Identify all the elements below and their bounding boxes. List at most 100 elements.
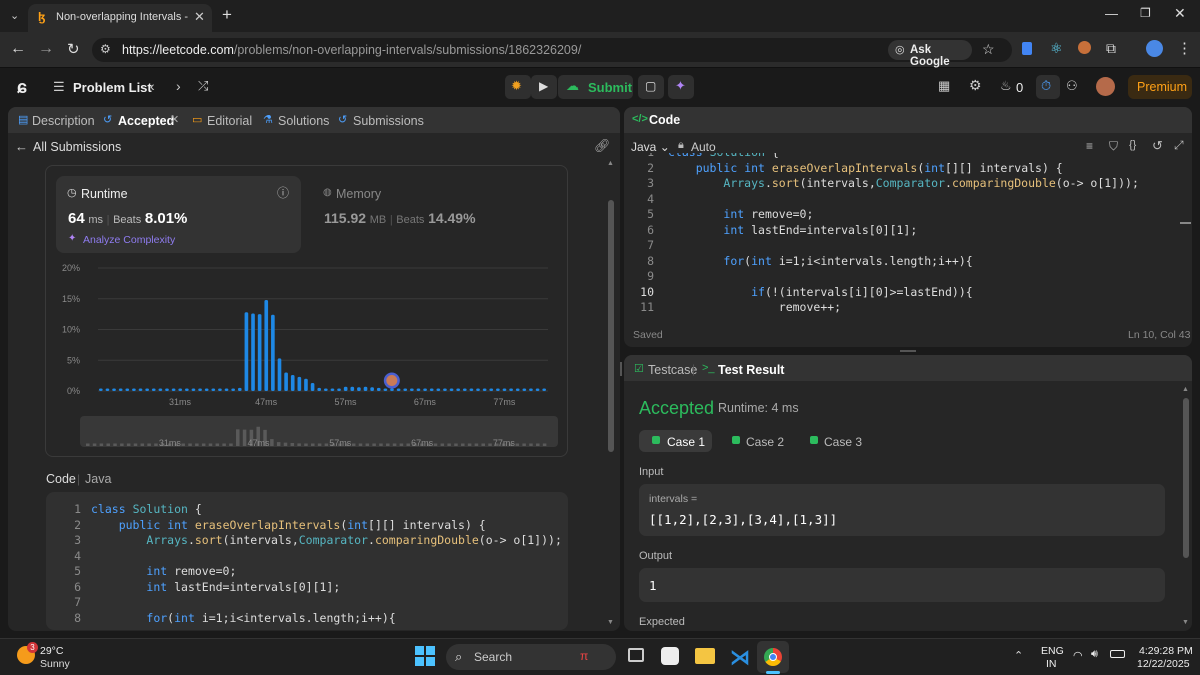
tab-testcase[interactable]: Testcase [648, 363, 697, 377]
extensions-puzzle-icon[interactable]: ⧉ [1106, 40, 1116, 57]
tab-accepted[interactable]: Accepted [118, 114, 174, 128]
add-friend-icon[interactable]: ⚇ [1066, 78, 1078, 94]
file-explorer-icon[interactable] [695, 648, 715, 664]
ai-button[interactable]: ✦ [668, 75, 694, 99]
task-view-icon[interactable] [628, 648, 644, 662]
problem-list-icon[interactable]: ☰ [53, 79, 65, 95]
vertical-resize-handle[interactable] [620, 362, 622, 376]
case-3-tab[interactable]: Case 3 [796, 430, 869, 452]
chart-range-minimap: 31ms 47ms 57ms 67ms 77ms [86, 426, 547, 447]
chrome-taskbar-button[interactable] [757, 641, 789, 673]
shuffle-icon[interactable]: ⤮ [198, 78, 208, 94]
scroll-up-icon[interactable]: ▲ [607, 160, 614, 167]
chart-bar [535, 388, 540, 391]
info-icon[interactable]: ⓘ [277, 184, 289, 201]
reset-icon[interactable]: ↺ [1152, 138, 1163, 154]
tab-list-chevron-icon[interactable]: ⌄ [10, 9, 19, 22]
minimap-bar [440, 443, 445, 446]
panel-resize-handle[interactable] [900, 350, 916, 352]
settings-gear-icon[interactable]: ⚙ [969, 77, 982, 94]
premium-button[interactable]: Premium [1128, 75, 1192, 99]
chrome-menu-icon[interactable]: ⋮ [1177, 39, 1192, 57]
minimap-x-tick-label: 67ms [411, 438, 434, 447]
forward-icon[interactable]: → [38, 40, 54, 58]
layout-icon[interactable]: ▦ [938, 78, 950, 94]
chart-bar [297, 376, 302, 391]
tray-chevron-icon[interactable]: ⌃ [1014, 649, 1023, 662]
new-tab-icon[interactable]: + [222, 5, 232, 25]
user-avatar[interactable] [1096, 77, 1115, 96]
ask-google-button[interactable]: ◎ Ask Google [888, 40, 972, 68]
auto-label[interactable]: Auto [691, 140, 716, 154]
language-select[interactable]: Java ⌄ [631, 140, 670, 154]
runtime-card[interactable]: ◷ Runtime ⓘ 64 ms | Beats 8.01% ✦ Analyz… [56, 176, 301, 253]
reload-icon[interactable]: ↻ [67, 40, 80, 58]
start-button[interactable] [415, 646, 435, 666]
tab-solutions[interactable]: Solutions [278, 114, 329, 128]
problem-list-link[interactable]: Problem List [73, 80, 152, 95]
vscode-icon[interactable]: ⋊ [730, 645, 750, 670]
lens-app-icon[interactable] [661, 647, 679, 665]
omnibox[interactable]: ⚙ https://leetcode.com/problems/non-over… [92, 38, 1012, 68]
extension-cookie-icon[interactable] [1078, 41, 1091, 54]
browser-tab[interactable]: ɮ Non-overlapping Intervals - Lee ✕ [28, 4, 212, 32]
lang-line-2[interactable]: IN [1046, 658, 1057, 670]
case-1-tab[interactable]: Case 1 [639, 430, 712, 452]
chart-x-tick-label: 31ms [169, 397, 192, 407]
scroll-down-icon[interactable]: ▼ [607, 619, 614, 626]
left-panel-scrollbar[interactable] [608, 200, 614, 452]
submission-code-block[interactable]: 1 class Solution {2 public int eraseOverl… [46, 492, 568, 630]
battery-icon[interactable] [1110, 650, 1125, 658]
notes-button[interactable]: ▢ [638, 75, 664, 99]
restore-icon[interactable]: ❐ [1140, 6, 1151, 20]
format-icon[interactable]: ≡ [1086, 139, 1093, 153]
tab-test-result[interactable]: Test Result [718, 363, 784, 377]
url-text: https://leetcode.com/problems/non-overla… [122, 43, 582, 57]
chart-x-tick-label: 77ms [493, 397, 516, 407]
result-scroll-down-icon[interactable]: ▼ [1182, 619, 1189, 626]
extension-react-icon[interactable]: ⚛ [1050, 40, 1063, 57]
timer-button[interactable]: ⏱ [1036, 75, 1060, 99]
tab-submissions[interactable]: Submissions [353, 114, 424, 128]
braces-icon[interactable]: {} [1129, 139, 1136, 151]
analyze-complexity-link[interactable]: Analyze Complexity [83, 234, 175, 246]
extension-doc-icon[interactable] [1022, 42, 1032, 55]
tab-editorial[interactable]: Editorial [207, 114, 252, 128]
tab-close-icon[interactable]: ✕ [194, 9, 205, 25]
memory-card[interactable]: ◍ Memory 115.92 MB | Beats 14.49% [312, 176, 557, 253]
result-scroll-up-icon[interactable]: ▲ [1182, 386, 1189, 393]
bookmark-icon[interactable]: ⛉ [1109, 139, 1118, 154]
bookmark-star-icon[interactable]: ☆ [982, 41, 995, 58]
expand-icon[interactable]: ⤢ [1174, 138, 1184, 153]
back-icon[interactable]: ← [10, 40, 26, 58]
debug-button[interactable]: ✹ [505, 75, 531, 99]
case-2-tab[interactable]: Case 2 [718, 430, 791, 452]
volume-icon[interactable]: 🔊︎ [1091, 648, 1098, 661]
minimize-icon[interactable]: — [1105, 6, 1118, 21]
runtime-distribution-chart[interactable]: 0% 5% 10% 15% 20% 31ms 47ms 57ms 67ms 77ms [56, 258, 556, 408]
lang-line-1[interactable]: ENG [1041, 645, 1064, 657]
back-arrow-icon[interactable]: ← [15, 139, 28, 154]
share-link-icon[interactable]: 🔗︎ [594, 138, 611, 154]
chart-bar [284, 372, 288, 391]
leetcode-logo-icon[interactable]: ɕ [17, 77, 27, 98]
streak-fire-icon[interactable]: ♨ [1000, 78, 1012, 94]
profile-avatar-icon[interactable] [1146, 40, 1163, 57]
close-window-icon[interactable]: ✕ [1174, 5, 1186, 22]
site-info-icon[interactable]: ⚙ [100, 42, 111, 56]
prev-problem-icon[interactable]: ‹ [150, 78, 155, 94]
case-1-dot-icon [652, 436, 660, 444]
run-button[interactable]: ▶ [531, 75, 557, 99]
clock-time[interactable]: 4:29:28 PM [1139, 645, 1193, 657]
tab-accepted-close-icon[interactable]: ✕ [170, 113, 179, 126]
wifi-icon[interactable]: ◠ [1073, 649, 1083, 662]
result-scrollbar[interactable] [1183, 398, 1189, 558]
tab-description[interactable]: Description [32, 114, 95, 128]
submit-button[interactable]: ☁ Submit [558, 75, 633, 99]
taskbar-search[interactable]: ⌕ Search π [446, 644, 616, 670]
clock-date[interactable]: 12/22/2025 [1137, 658, 1190, 670]
next-problem-icon[interactable]: › [176, 78, 181, 94]
all-submissions-link[interactable]: All Submissions [33, 140, 121, 154]
chart-bar [198, 388, 202, 391]
code-editor[interactable]: 1class Solution {2 public int eraseOverl… [624, 153, 1179, 315]
